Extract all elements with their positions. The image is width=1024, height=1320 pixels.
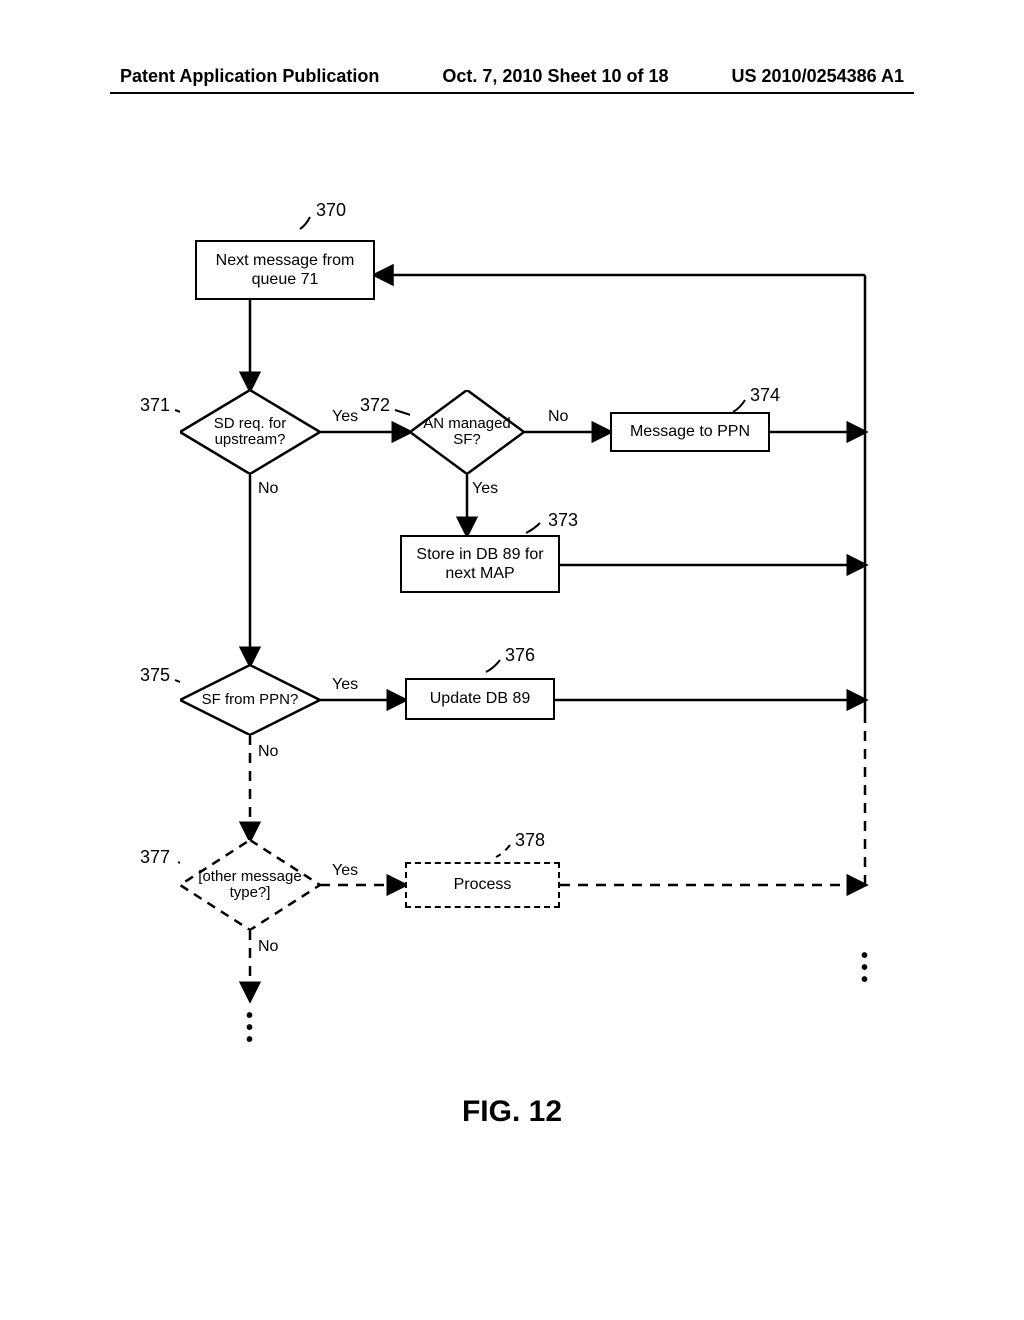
- decision-372: AN managed SF?: [410, 390, 524, 474]
- ellipsis-vertical-left: •••: [246, 1010, 253, 1046]
- ellipsis-vertical-right: •••: [861, 950, 868, 986]
- edge-371-yes: Yes: [332, 408, 358, 426]
- ref-370: 370: [316, 200, 346, 221]
- step-378-text: Process: [454, 875, 512, 894]
- step-370: Next message from queue 71: [195, 240, 375, 300]
- edge-377-yes: Yes: [332, 862, 358, 880]
- edge-372-yes-label: Yes: [472, 480, 498, 498]
- edge-372-no-label: No: [548, 408, 568, 426]
- edge-375-yes: Yes: [332, 676, 358, 694]
- ref-371: 371: [140, 395, 170, 416]
- step-376-text: Update DB 89: [430, 689, 531, 708]
- ref-374: 374: [750, 385, 780, 406]
- decision-377: [other message type?]: [180, 840, 320, 930]
- ref-378: 378: [515, 830, 545, 851]
- ref-375: 375: [140, 665, 170, 686]
- edge-377-no: No: [258, 938, 278, 956]
- step-374-text: Message to PPN: [630, 422, 750, 441]
- decision-371: SD req. for upstream?: [180, 390, 320, 474]
- decision-371-text: SD req. for upstream?: [180, 390, 320, 474]
- ref-372: 372: [360, 395, 390, 416]
- ref-373: 373: [548, 510, 578, 531]
- edge-371-no: No: [258, 480, 278, 498]
- decision-375-text: SF from PPN?: [180, 665, 320, 735]
- step-376: Update DB 89: [405, 678, 555, 720]
- decision-372-text: AN managed SF?: [410, 390, 524, 474]
- step-378: Process: [405, 862, 560, 908]
- step-373-text: Store in DB 89 for next MAP: [410, 545, 550, 583]
- decision-375: SF from PPN?: [180, 665, 320, 735]
- edge-375-no: No: [258, 743, 278, 761]
- ref-376: 376: [505, 645, 535, 666]
- step-370-text: Next message from queue 71: [205, 251, 365, 289]
- decision-377-text: [other message type?]: [180, 840, 320, 930]
- step-373: Store in DB 89 for next MAP: [400, 535, 560, 593]
- ref-377: 377: [140, 847, 170, 868]
- figure-caption: FIG. 12: [0, 1095, 1024, 1129]
- step-374: Message to PPN: [610, 412, 770, 452]
